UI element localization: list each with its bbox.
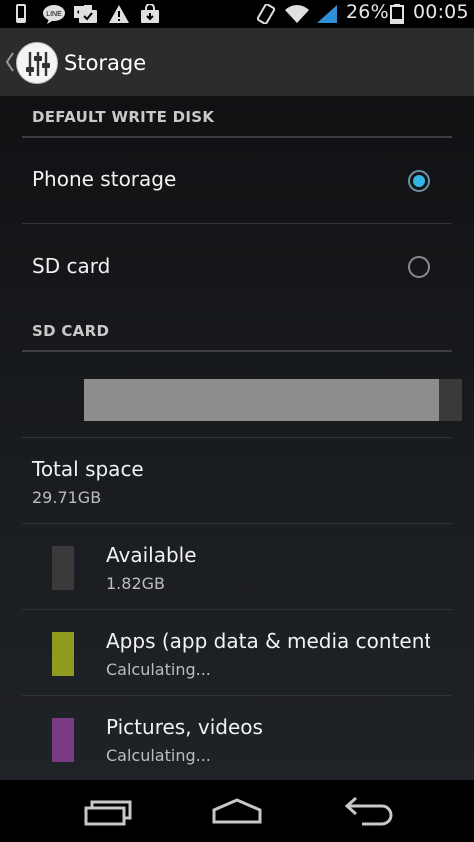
navigation-bar bbox=[0, 780, 474, 842]
action-bar: Storage bbox=[0, 28, 474, 96]
radio-unselected-icon[interactable] bbox=[408, 256, 430, 278]
color-swatch bbox=[52, 718, 74, 762]
color-swatch bbox=[52, 632, 74, 676]
svg-text:LINE: LINE bbox=[46, 11, 62, 18]
warning-icon bbox=[109, 5, 129, 23]
shopping-bag-icon bbox=[141, 4, 159, 23]
status-bar: LINE 26% 00:05 bbox=[0, 0, 474, 28]
total-space-item: Total space 29.71GB bbox=[22, 438, 452, 524]
wifi-icon bbox=[285, 5, 309, 23]
option-sd-card[interactable]: SD card bbox=[22, 224, 452, 310]
battery-percent: 26% bbox=[346, 1, 389, 23]
usage-bar-used bbox=[84, 379, 439, 421]
up-navigation-button[interactable]: Storage bbox=[0, 28, 150, 96]
total-space-value: 29.71GB bbox=[32, 488, 102, 507]
radio-selected-icon[interactable] bbox=[408, 170, 430, 192]
signal-icon bbox=[317, 5, 337, 23]
section-header-label: DEFAULT WRITE DISK bbox=[32, 108, 215, 126]
option-label: SD card bbox=[32, 254, 111, 278]
equalizer-settings-icon bbox=[16, 42, 58, 84]
category-value: Calculating... bbox=[106, 746, 211, 765]
category-title: Pictures, videos bbox=[106, 715, 263, 739]
category-pictures-videos[interactable]: Pictures, videos Calculating... bbox=[22, 696, 452, 780]
category-apps[interactable]: Apps (app data & media content) Calculat… bbox=[22, 610, 452, 696]
recent-apps-icon[interactable] bbox=[80, 794, 132, 830]
category-value: 1.82GB bbox=[106, 574, 165, 593]
total-space-title: Total space bbox=[32, 457, 144, 481]
chevron-left-icon bbox=[5, 52, 14, 72]
line-app-icon: LINE bbox=[43, 5, 65, 24]
clock: 00:05 bbox=[413, 1, 469, 23]
category-available[interactable]: Available 1.82GB bbox=[22, 524, 452, 610]
storage-settings-list: DEFAULT WRITE DISK Phone storage SD card… bbox=[0, 96, 474, 780]
color-swatch bbox=[52, 546, 74, 590]
storage-usage-bar bbox=[22, 352, 462, 438]
option-phone-storage[interactable]: Phone storage bbox=[22, 138, 452, 224]
back-icon[interactable] bbox=[342, 794, 394, 830]
section-header-sd-card: SD CARD bbox=[22, 310, 452, 352]
option-label: Phone storage bbox=[32, 167, 177, 191]
category-title: Apps (app data & media content) bbox=[106, 629, 430, 653]
home-icon[interactable] bbox=[210, 794, 264, 830]
rotate-icon bbox=[256, 4, 276, 24]
page-title: Storage bbox=[64, 51, 147, 75]
section-header-label: SD CARD bbox=[32, 322, 110, 340]
phone-icon bbox=[16, 4, 26, 23]
battery-icon bbox=[390, 4, 404, 24]
section-header-default-write-disk: DEFAULT WRITE DISK bbox=[22, 96, 452, 138]
category-value: Calculating... bbox=[106, 660, 211, 679]
category-title: Available bbox=[106, 543, 197, 567]
usage-bar-available bbox=[439, 379, 462, 421]
briefcase-icon bbox=[79, 5, 97, 23]
